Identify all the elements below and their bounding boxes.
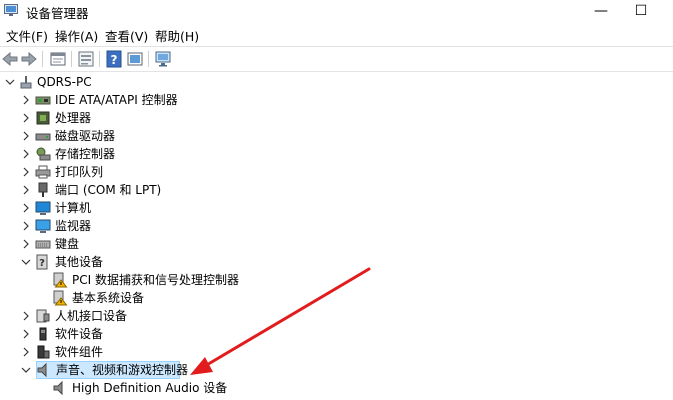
annotation-arrow <box>190 267 371 375</box>
